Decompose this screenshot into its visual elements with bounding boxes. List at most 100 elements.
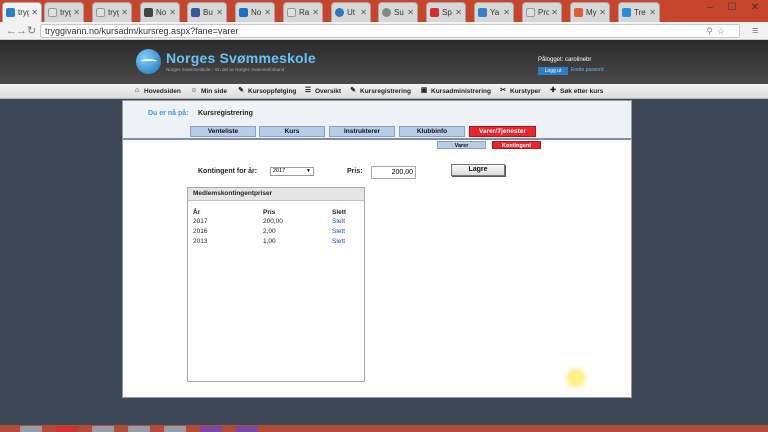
close-tab-icon[interactable]: ✕ — [264, 8, 271, 17]
breadcrumb-label: Du er nå på: — [148, 110, 189, 117]
favicon-icon — [287, 8, 296, 17]
menu-item-oversikt[interactable]: ☰ Oversikt — [304, 87, 341, 95]
logo-wave-icon — [141, 59, 157, 64]
close-tab-icon[interactable]: ✕ — [455, 8, 462, 17]
favicon-icon — [96, 8, 105, 17]
table-row: 2016 2,00 Slett — [188, 228, 364, 238]
delete-link[interactable]: Slett — [332, 218, 345, 225]
close-tab-icon[interactable]: ✕ — [599, 8, 606, 17]
minimize-icon[interactable]: – — [700, 0, 720, 16]
row-price: 2,00 — [263, 228, 276, 235]
logged-in-user: Pålogget: carolinebr — [538, 57, 592, 63]
menu-icon[interactable]: ≡ — [752, 24, 758, 38]
price-input[interactable]: 200,00 — [371, 166, 416, 179]
change-password-link[interactable]: Endre passord — [571, 67, 604, 73]
subtab-varer[interactable]: Varer — [437, 141, 486, 149]
tab-instrukterer[interactable]: Instrukterer — [329, 126, 395, 137]
browser-tab[interactable]: Ra ✕ — [283, 2, 323, 22]
favicon-icon — [191, 8, 200, 17]
menu-item-min-side[interactable]: ☺ Min side — [190, 87, 227, 95]
row-year: 2017 — [193, 218, 208, 225]
address-bar[interactable]: tryggivann.no/kursadm/kursreg.aspx?fane=… — [40, 24, 740, 38]
favicon-icon — [144, 8, 153, 17]
price-label: Pris: — [347, 168, 363, 175]
zoom-icon[interactable]: ⚲ — [706, 26, 713, 37]
browser-tab[interactable]: Ya ✕ — [474, 2, 514, 22]
site-tagline: Norges Svømmeskole – En del av Norges Sv… — [166, 67, 285, 72]
browser-tab[interactable]: Su ✕ — [378, 2, 418, 22]
close-tab-icon[interactable]: ✕ — [503, 8, 510, 17]
taskbar-item[interactable] — [92, 426, 114, 432]
taskbar-item[interactable] — [56, 426, 78, 432]
close-tab-icon[interactable]: ✕ — [649, 8, 656, 17]
subtab-kontingent[interactable]: Kontingent — [492, 141, 541, 149]
browser-tab[interactable]: Tre ✕ — [618, 2, 660, 22]
year-select[interactable]: 2017 ▼ — [270, 167, 314, 176]
favicon-icon — [430, 8, 439, 17]
site-title[interactable]: Norges Svømmeskole — [166, 50, 316, 66]
edit-icon: ✎ — [350, 87, 356, 94]
close-window-icon[interactable]: ✕ — [744, 0, 766, 16]
delete-link[interactable]: Slett — [332, 228, 345, 235]
reload-icon[interactable]: ↻ — [27, 24, 36, 38]
favicon-icon — [239, 8, 248, 17]
menu-item-kurstyper[interactable]: ✂ Kurstyper — [499, 87, 541, 95]
taskbar-item[interactable] — [20, 426, 42, 432]
person-icon: ☺ — [190, 87, 198, 94]
menu-item-kursadministrering[interactable]: ▣ Kursadministrering — [420, 87, 491, 95]
menu-item-kursregistrering[interactable]: ✎ Kursregistrering — [349, 87, 411, 95]
browser-tab[interactable]: Sp ✕ — [426, 2, 466, 22]
close-tab-icon[interactable]: ✕ — [73, 8, 80, 17]
taskbar-item[interactable] — [236, 426, 258, 432]
site-header: Norges Svømmeskole Norges Svømmeskole – … — [0, 40, 768, 84]
browser-tab-strip: tryggivann ✕ tryg ✕ tryg ✕ No ✕ Bu ✕ No … — [0, 0, 768, 22]
favicon-icon — [382, 8, 391, 17]
browser-tab[interactable]: No ✕ — [140, 2, 180, 22]
table-row: 2013 1,00 Slett — [188, 238, 364, 248]
list-icon: ☰ — [304, 87, 312, 94]
menu-item-sok-etter-kurs[interactable]: ✚ Søk etter kurs — [549, 87, 603, 95]
tab-kurs[interactable]: Kurs — [259, 126, 325, 137]
delete-link[interactable]: Slett — [332, 238, 345, 245]
menu-item-kursoppfolging[interactable]: ✎ Kursoppfølging — [237, 87, 296, 95]
tab-venteliste[interactable]: Venteliste — [190, 126, 256, 137]
close-tab-icon[interactable]: ✕ — [360, 8, 367, 17]
tab-varer-tjenester[interactable]: Varer/Tjenester — [469, 126, 536, 137]
close-tab-icon[interactable]: ✕ — [169, 8, 176, 17]
taskbar-item[interactable] — [200, 426, 222, 432]
tab-klubbinfo[interactable]: Klubbinfo — [399, 126, 465, 137]
column-header-price: Pris — [263, 209, 276, 216]
close-tab-icon[interactable]: ✕ — [121, 8, 128, 17]
menu-item-hovedsiden[interactable]: ⌂ Hovedsiden — [133, 87, 181, 95]
close-tab-icon[interactable]: ✕ — [31, 8, 38, 17]
breadcrumb-current: Kursregistrering — [198, 110, 253, 117]
forward-icon[interactable]: → — [16, 24, 27, 38]
maximize-icon[interactable]: ☐ — [722, 0, 742, 16]
briefcase-icon: ▣ — [420, 87, 428, 94]
tag-icon: ✂ — [500, 87, 506, 94]
close-tab-icon[interactable]: ✕ — [216, 8, 223, 17]
browser-tab[interactable]: My ✕ — [570, 2, 610, 22]
browser-tab[interactable]: tryg ✕ — [92, 2, 132, 22]
pencil-icon: ✎ — [238, 87, 244, 94]
browser-tab[interactable]: tryggivann ✕ — [2, 2, 42, 22]
close-tab-icon[interactable]: ✕ — [407, 8, 414, 17]
close-tab-icon[interactable]: ✕ — [551, 8, 558, 17]
browser-tab[interactable]: Ut ✕ — [331, 2, 371, 22]
close-tab-icon[interactable]: ✕ — [312, 8, 319, 17]
favicon-icon — [526, 8, 535, 17]
favicon-icon — [622, 8, 631, 17]
logout-button[interactable]: Logg ut — [538, 67, 568, 75]
browser-tab[interactable]: No ✕ — [235, 2, 275, 22]
favicon-icon — [6, 8, 15, 17]
row-year: 2013 — [193, 238, 208, 245]
taskbar-item[interactable] — [128, 426, 150, 432]
save-button[interactable]: Lagre — [451, 164, 505, 176]
price-table-title: Medlemskontingentpriser — [188, 188, 364, 201]
browser-tab[interactable]: Pro ✕ — [522, 2, 562, 22]
browser-tab[interactable]: tryg ✕ — [44, 2, 84, 22]
taskbar-item[interactable] — [164, 426, 186, 432]
dropdown-arrow-icon: ▼ — [306, 168, 311, 174]
browser-tab[interactable]: Bu ✕ — [187, 2, 227, 22]
bookmark-star-icon[interactable]: ☆ — [717, 26, 725, 37]
